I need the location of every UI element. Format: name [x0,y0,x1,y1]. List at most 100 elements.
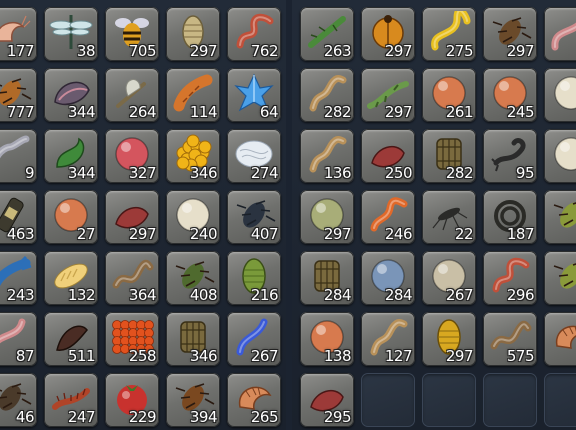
bait-slot[interactable]: 394 [166,373,220,427]
bait-slot[interactable]: 64 [227,68,281,122]
item-count: 243 [6,286,35,304]
bait-slot[interactable]: 407 [227,190,281,244]
item-count: 250 [384,164,413,182]
bait-slot[interactable]: 187 [483,190,537,244]
bait-slot[interactable]: 346 [166,312,220,366]
item-count: 258 [128,347,157,365]
item-count: 127 [384,347,413,365]
bait-slot[interactable]: 344 [44,129,98,183]
item-count: 346 [189,347,218,365]
bait-slot[interactable]: 247 [44,373,98,427]
bait-slot[interactable]: 762 [227,7,281,61]
bait-slot[interactable]: 297 [105,190,159,244]
bait-slot[interactable]: 274 [227,129,281,183]
bait-slot[interactable]: 250 [361,129,415,183]
pink-worm-icon [549,11,576,51]
item-count: 344 [67,164,96,182]
bait-slot[interactable]: 346 [166,129,220,183]
bait-slot[interactable]: 132 [44,251,98,305]
bait-slot[interactable]: 46 [0,373,37,427]
item-count: 297 [384,42,413,60]
bait-slot[interactable]: 38 [44,7,98,61]
item-count: 344 [67,103,96,121]
bait-slot[interactable]: 265 [227,373,281,427]
bait-slot[interactable]: 296 [483,251,537,305]
green-bug-icon [549,255,576,295]
bait-slot[interactable]: 511 [44,312,98,366]
bait-slot[interactable]: 463 [0,190,37,244]
item-count: 408 [189,286,218,304]
bait-slot[interactable]: 261 [422,68,476,122]
bait-slot[interactable]: 275 [422,7,476,61]
item-count: 38 [76,42,96,60]
bait-slot[interactable]: 136 [300,129,354,183]
bait-slot[interactable]: 575 [483,312,537,366]
cream-ball-icon [549,133,576,173]
bait-slot[interactable]: 705 [105,7,159,61]
bait-slot[interactable]: 216 [227,251,281,305]
bait-slot[interactable]: 2 [544,68,576,122]
item-count: 87 [15,347,35,365]
bait-slot[interactable]: 297 [422,312,476,366]
item-count: 282 [323,103,352,121]
bait-slot[interactable]: 127 [361,312,415,366]
bait-slot[interactable]: 777 [0,68,37,122]
empty-slot[interactable] [361,373,415,427]
bait-slot[interactable]: 87 [0,312,37,366]
item-count: 284 [384,286,413,304]
bait-slot[interactable]: 2 [544,129,576,183]
bait-slot[interactable]: 297 [361,68,415,122]
bait-slot[interactable]: 297 [300,190,354,244]
item-count: 364 [128,286,157,304]
item-count: 267 [250,347,279,365]
bait-slot[interactable]: 282 [300,68,354,122]
bait-slot[interactable]: 364 [105,251,159,305]
bait-slot[interactable]: 284 [300,251,354,305]
bait-slot[interactable]: 2 [544,251,576,305]
bait-slot[interactable]: 267 [227,312,281,366]
bait-slot[interactable]: 229 [105,373,159,427]
item-count: 705 [128,42,157,60]
bait-slot[interactable]: 408 [166,251,220,305]
item-count: 575 [506,347,535,365]
item-count: 295 [323,408,352,426]
item-count: 274 [250,164,279,182]
bait-slot[interactable]: 138 [300,312,354,366]
bait-slot[interactable]: 344 [44,68,98,122]
item-count: 229 [128,408,157,426]
item-count: 240 [189,225,218,243]
bait-slot[interactable]: 95 [483,129,537,183]
bait-slot[interactable]: 327 [105,129,159,183]
bait-slot[interactable]: 295 [300,373,354,427]
bait-slot[interactable]: 297 [483,7,537,61]
bait-slot[interactable]: 1 [544,7,576,61]
bait-slot[interactable]: 245 [483,68,537,122]
bait-slot[interactable]: 2 [544,190,576,244]
bait-slot[interactable]: 243 [0,251,37,305]
bait-slot[interactable]: 114 [166,68,220,122]
bait-slot[interactable]: 264 [105,68,159,122]
item-count: 246 [384,225,413,243]
bait-slot[interactable]: 177 [0,7,37,61]
bait-slot[interactable]: 297 [361,7,415,61]
bait-slot[interactable]: 297 [166,7,220,61]
item-count: 245 [506,103,535,121]
bait-slot[interactable]: 258 [105,312,159,366]
bait-slot[interactable]: 27 [44,190,98,244]
bait-slot[interactable]: 2 [544,312,576,366]
item-count: 187 [506,225,535,243]
empty-slot[interactable] [483,373,537,427]
empty-slot[interactable] [544,373,576,427]
bait-slot[interactable]: 282 [422,129,476,183]
empty-slot[interactable] [422,373,476,427]
bait-slot[interactable]: 9 [0,129,37,183]
bait-slot[interactable]: 246 [361,190,415,244]
bait-slot[interactable]: 22 [422,190,476,244]
bait-slot[interactable]: 284 [361,251,415,305]
bait-slot[interactable]: 263 [300,7,354,61]
item-count: 265 [250,408,279,426]
bait-slot[interactable]: 267 [422,251,476,305]
item-count: 327 [128,164,157,182]
item-count: 777 [6,103,35,121]
bait-slot[interactable]: 240 [166,190,220,244]
